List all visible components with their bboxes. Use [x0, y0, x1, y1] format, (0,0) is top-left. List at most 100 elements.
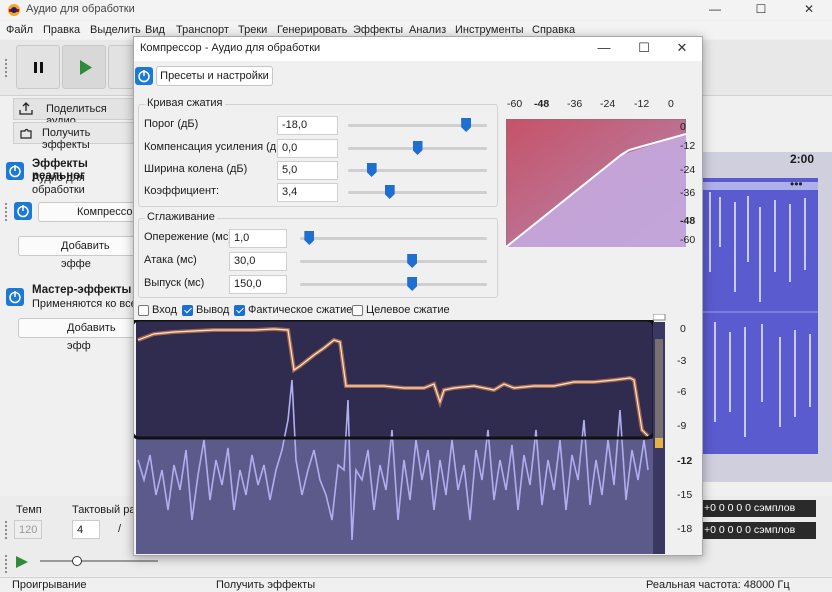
checkbox-1[interactable] [182, 305, 193, 316]
dialog-title: Компрессор - Аудио для обработки [140, 42, 321, 54]
play-icon [80, 60, 92, 75]
smoothing-param-slider[interactable] [300, 237, 487, 240]
curve-y-tick: 0 [680, 121, 686, 133]
menu-effects[interactable]: Эффекты [353, 24, 403, 36]
status-middle: Получить эффекты [216, 579, 316, 591]
meter-separator: / [118, 523, 122, 535]
smoothing-param-input[interactable]: 1,0 [229, 229, 287, 248]
menu-edit[interactable]: Правка [43, 24, 80, 36]
pause-button[interactable] [16, 45, 60, 89]
curve-x-tick: -60 [507, 98, 523, 110]
selection-start-time[interactable]: +0 0 0 0 0 сэмплов [700, 500, 816, 517]
effect-slot-compressor[interactable]: Компрессор [38, 202, 140, 222]
curve-param-input[interactable]: 5,0 [277, 161, 338, 180]
compressor-dialog: Компрессор - Аудио для обработки — ☐ ✕ П… [133, 36, 703, 556]
smoothing-param-input[interactable]: 30,0 [229, 252, 287, 271]
timeline-tick: 2:00 [790, 152, 815, 166]
track-waveform-area[interactable]: 2:00 ••• [700, 152, 832, 482]
get-effects-label: Получить эффекты [42, 127, 91, 151]
tempo-grip[interactable] [4, 520, 8, 540]
meter-tick: -9 [677, 420, 687, 432]
close-icon[interactable]: ✕ [786, 0, 832, 20]
master-effects-title: Мастер-эффекты [32, 284, 132, 296]
menu-tracks[interactable]: Треки [238, 24, 267, 36]
curve-x-tick: -36 [567, 98, 583, 110]
smoothing-param-slider[interactable] [300, 283, 487, 286]
realtime-effects-subtitle: Аудио для обработки [32, 172, 85, 196]
smoothing-param-slider[interactable] [300, 260, 487, 263]
compression-history-graph[interactable] [134, 320, 654, 554]
menu-view[interactable]: Вид [145, 24, 165, 36]
master-effects-subtitle: Применяются ко все [32, 298, 137, 310]
checkbox-label: Целевое сжатие [366, 304, 450, 316]
add-effect-button[interactable]: Добавить эффе [18, 236, 140, 270]
meter-tick: -12 [677, 455, 693, 467]
meter-tick: -3 [677, 355, 687, 367]
dialog-maximize-icon[interactable]: ☐ [624, 37, 664, 61]
play-button[interactable] [62, 45, 106, 89]
checkbox-3[interactable] [352, 305, 363, 316]
playback-speed-knob[interactable] [72, 556, 82, 566]
toolbar-grip[interactable] [4, 58, 8, 78]
dialog-titlebar: Компрессор - Аудио для обработки — ☐ ✕ [134, 37, 702, 61]
menu-select[interactable]: Выделить [90, 24, 141, 36]
effect-slot-power-icon[interactable] [14, 202, 32, 220]
curve-x-tick: -12 [634, 98, 650, 110]
playback-speed-slider[interactable] [40, 560, 158, 562]
smoothing-param-label: Опережение (мс) [144, 231, 232, 243]
dialog-minimize-icon[interactable]: — [584, 37, 624, 61]
curve-y-tick: -48 [680, 215, 696, 227]
curve-param-label: Компенсация усиления (дБ) [144, 141, 288, 153]
curve-y-tick: -12 [680, 140, 696, 152]
meter-tick: 0 [680, 323, 686, 335]
checkbox-label: Вход [152, 304, 177, 316]
curve-param-input[interactable]: 0,0 [277, 139, 338, 158]
dialog-close-icon[interactable]: ✕ [662, 37, 702, 61]
menu-transport[interactable]: Транспорт [176, 24, 229, 36]
maximize-icon[interactable]: ☐ [738, 0, 784, 20]
tempo-input[interactable]: 120 [14, 520, 42, 539]
meter-numerator-input[interactable]: 4 [72, 520, 100, 539]
dialog-power-icon[interactable] [135, 67, 153, 85]
smoothing-param-input[interactable]: 150,0 [229, 275, 287, 294]
compression-curve-graph[interactable] [506, 119, 686, 247]
curve-param-input[interactable]: -18,0 [277, 116, 338, 135]
selection-end-time[interactable]: +0 0 0 0 0 сэмплов [700, 522, 816, 539]
play-at-speed-icon[interactable] [12, 552, 32, 572]
checkbox-label: Фактическое сжатие [248, 304, 353, 316]
share-audio-button[interactable]: Поделиться аудио [13, 98, 140, 127]
menu-tools[interactable]: Инструменты [455, 24, 524, 36]
curve-param-label: Порог (дБ) [144, 118, 199, 130]
pause-icon [34, 62, 43, 73]
window-title: Аудио для обработки [26, 3, 135, 15]
smoothing-group-title: Сглаживание [145, 211, 217, 223]
status-bar: Проигрывание Получить эффекты Реальная ч… [0, 577, 832, 592]
master-power-icon[interactable] [6, 288, 24, 306]
menu-generate[interactable]: Генерировать [277, 24, 347, 36]
effect-slot-grip[interactable] [4, 202, 8, 222]
realtime-power-icon[interactable] [6, 162, 24, 180]
meter-label: Тактовый ра [72, 504, 136, 516]
more-options-icon[interactable]: ••• [790, 177, 803, 191]
curve-param-label: Ширина колена (дБ) [144, 163, 248, 175]
checkbox-2[interactable] [234, 305, 245, 316]
menu-help[interactable]: Справка [532, 24, 575, 36]
stop-button[interactable] [108, 45, 134, 89]
minimize-icon[interactable]: — [692, 0, 738, 20]
play-at-speed-grip[interactable] [4, 554, 8, 574]
curve-x-tick: -48 [534, 98, 550, 110]
add-master-effect-button[interactable]: Добавить эфф [18, 318, 140, 352]
menu-analyze[interactable]: Анализ [409, 24, 446, 36]
smoothing-param-label: Выпуск (мс) [144, 277, 205, 289]
get-effects-button[interactable]: Получить эффекты [13, 122, 140, 151]
audacity-logo-icon [8, 4, 20, 16]
menu-file[interactable]: Файл [6, 24, 33, 36]
presets-button[interactable]: Пресеты и настройки [156, 66, 273, 86]
curve-param-slider[interactable] [348, 191, 487, 194]
curve-y-tick: -60 [680, 234, 696, 246]
status-left: Проигрывание [12, 579, 87, 591]
checkbox-label: Вывод [196, 304, 230, 316]
curve-param-input[interactable]: 3,4 [277, 183, 338, 202]
checkbox-0[interactable] [138, 305, 149, 316]
curve-param-label: Коэффициент: [144, 185, 220, 197]
